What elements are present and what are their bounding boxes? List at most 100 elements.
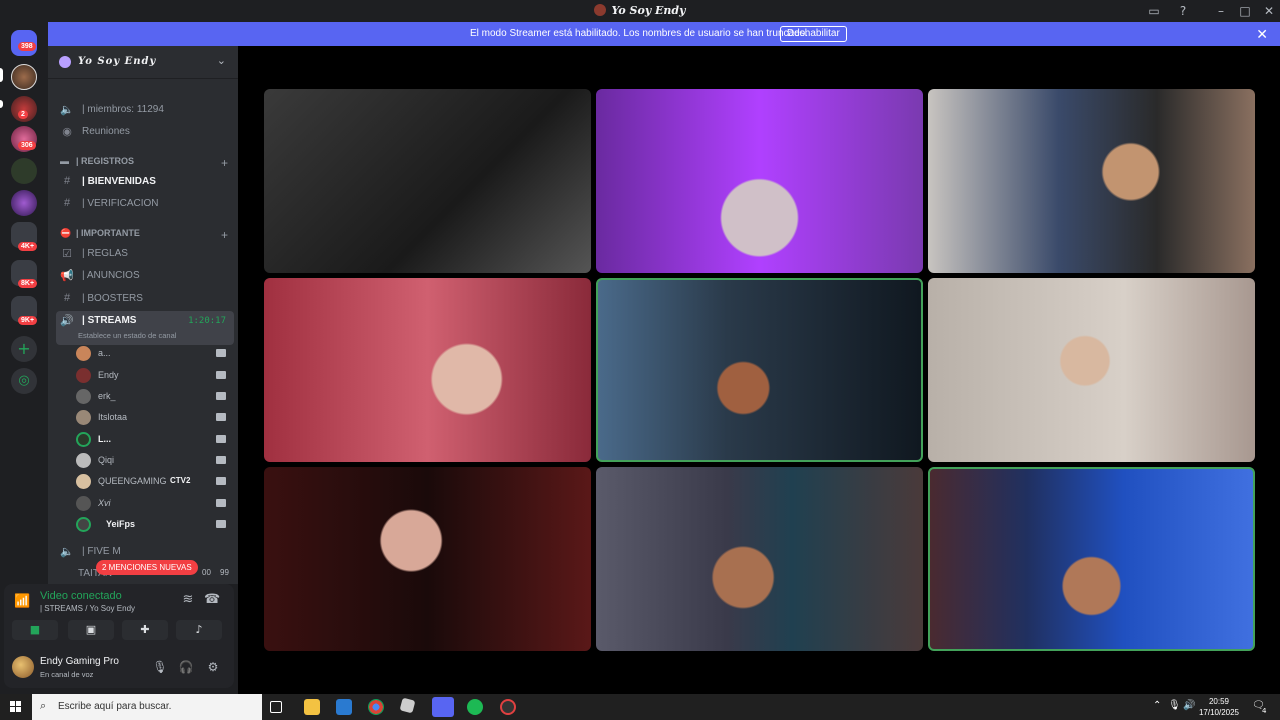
speaker-icon: 🔈 — [60, 104, 74, 116]
inbox-icon[interactable]: ▭ — [1146, 3, 1162, 19]
camera-icon — [216, 371, 226, 379]
streamer-mode-banner: El modo Streamer está habilitado. Los no… — [0, 22, 1280, 46]
video-tile[interactable] — [928, 278, 1255, 462]
windows-start-icon[interactable] — [10, 701, 22, 713]
voice-user[interactable]: YeiFps — [76, 515, 226, 535]
video-tile[interactable] — [596, 89, 923, 273]
help-icon[interactable]: ? — [1175, 3, 1191, 19]
window-title: Yo Soy Endy — [0, 4, 1280, 17]
explore-servers-icon[interactable]: ◎ — [11, 368, 37, 394]
video-tile[interactable] — [264, 278, 591, 462]
avatar — [76, 453, 91, 468]
user-avatar[interactable] — [12, 656, 34, 678]
channel-boosters[interactable]: # | BOOSTERS — [56, 289, 234, 309]
avatar — [76, 410, 91, 425]
channel-anuncios[interactable]: 📢 | ANUNCIOS — [56, 266, 234, 286]
video-grid — [238, 46, 1280, 694]
disconnect-icon[interactable]: ☎ — [204, 592, 220, 608]
add-channel-icon[interactable]: + — [221, 228, 228, 242]
camera-icon — [216, 477, 226, 485]
category-registros[interactable]: ▬ | REGISTROS + — [56, 156, 234, 170]
microphone-tray-icon[interactable]: 🎙 — [1168, 700, 1181, 711]
add-server-icon[interactable]: + — [11, 336, 37, 362]
avatar — [76, 474, 91, 489]
microphone-icon[interactable]: 🎙 — [152, 660, 168, 676]
camera-icon — [216, 413, 226, 421]
user-name[interactable]: Endy Gaming Pro — [40, 656, 119, 667]
video-tile[interactable] — [264, 467, 591, 651]
close-window-button[interactable]: ✕ — [1261, 3, 1277, 19]
minimize-button[interactable]: – — [1213, 3, 1229, 19]
channel-sidebar: Yo Soy Endy ⌄ 🔈 | miembros: 11294 ◉ Reun… — [48, 46, 238, 584]
voice-user[interactable]: erk_ — [76, 387, 226, 407]
store-icon[interactable] — [336, 699, 352, 715]
video-tile-speaking[interactable] — [928, 467, 1255, 651]
camera-icon — [216, 520, 226, 528]
headphones-icon[interactable]: 🎧 — [178, 660, 194, 676]
channel-members[interactable]: 🔈 | miembros: 11294 — [56, 100, 234, 120]
server-header[interactable]: Yo Soy Endy ⌄ — [48, 46, 238, 79]
spotify-icon[interactable] — [467, 699, 483, 715]
voice-user[interactable]: Endy — [76, 366, 226, 386]
video-tile[interactable] — [596, 467, 923, 651]
file-explorer-icon[interactable] — [304, 699, 320, 715]
category-importante[interactable]: ⛔ | IMPORTANTE + — [56, 228, 234, 242]
server-icon[interactable] — [11, 190, 37, 216]
gear-icon[interactable]: ⚙ — [205, 660, 221, 676]
app-icon — [594, 4, 607, 16]
voice-user[interactable]: Itslotaa — [76, 408, 226, 428]
avatar — [76, 517, 91, 532]
avatar — [76, 389, 91, 404]
share-screen-button[interactable]: ▣ — [68, 620, 114, 640]
avatar — [76, 346, 91, 361]
add-channel-icon[interactable]: + — [221, 156, 228, 170]
channel-reglas[interactable]: ☑ | REGLAS — [56, 244, 234, 264]
server-badge: 4K+ — [18, 242, 38, 251]
disable-streamer-mode-button[interactable]: Deshabilitar — [780, 26, 847, 42]
activities-button[interactable]: ✚ — [122, 620, 168, 640]
signal-icon[interactable]: 📶 — [14, 594, 30, 610]
voice-status: Video conectado — [40, 590, 122, 602]
window-titlebar: Yo Soy Endy ▭ ? – □ ✕ — [0, 0, 1280, 22]
channel-reuniones[interactable]: ◉ Reuniones — [56, 122, 234, 142]
channel-bienvenidas[interactable]: # | BIENVENIDAS — [56, 172, 234, 192]
server-pill — [0, 100, 3, 108]
taskbar-clock[interactable]: 20:59 17/10/2025 — [1194, 696, 1244, 718]
new-mentions-badge[interactable]: 2 MENCIONES NUEVAS — [96, 560, 198, 575]
voice-user[interactable]: QUEENGAMING CTV2 — [76, 472, 226, 492]
close-banner-icon[interactable]: ✕ — [1256, 26, 1268, 43]
roblox-icon[interactable] — [399, 697, 416, 714]
dm-unread-badge: 398 — [18, 42, 36, 51]
channel-status-hint[interactable]: Establece un estado de canal — [78, 331, 176, 340]
noise-suppression-icon[interactable]: ≋ — [180, 592, 196, 608]
server-icon-yo-soy-endy[interactable] — [11, 64, 37, 90]
video-tile-speaking[interactable] — [596, 278, 923, 462]
channel-five-m[interactable]: 🔈 | FIVE M — [56, 542, 234, 562]
video-tile[interactable] — [928, 89, 1255, 273]
camera-button[interactable]: ■ — [12, 620, 58, 640]
channel-verificacion[interactable]: # | VERIFICACION — [56, 194, 234, 214]
hash-icon: # — [63, 292, 71, 304]
channel-streams[interactable]: 🔊 | STREAMS 1:20:17 Establece un estado … — [56, 311, 234, 345]
rules-icon: ☑ — [62, 248, 72, 260]
voice-connection-panel: 📶 Video conectado | STREAMS / Yo Soy End… — [4, 584, 234, 688]
chrome-icon[interactable] — [368, 699, 384, 715]
chevron-down-icon: ⌄ — [216, 54, 226, 67]
soundboard-button[interactable]: ♪ — [176, 620, 222, 640]
server-icon[interactable] — [11, 158, 37, 184]
search-icon: ⌕ — [40, 699, 47, 712]
video-tile[interactable] — [264, 89, 591, 273]
task-view-icon[interactable] — [270, 701, 282, 713]
server-badge: 2 — [18, 110, 28, 119]
obs-icon[interactable] — [500, 699, 516, 715]
chevron-up-icon[interactable]: ⌃ — [1153, 700, 1161, 711]
voice-user[interactable]: Qiqi — [76, 451, 226, 471]
discord-taskbar-icon[interactable] — [432, 697, 454, 717]
voice-user[interactable]: L... — [76, 430, 226, 450]
maximize-button[interactable]: □ — [1237, 3, 1253, 19]
taskbar-search[interactable]: ⌕ Escribe aquí para buscar. — [32, 694, 262, 720]
voice-user[interactable]: a... — [76, 344, 226, 364]
camera-icon — [216, 392, 226, 400]
voice-channel-link[interactable]: | STREAMS / Yo Soy Endy — [40, 604, 135, 613]
voice-user[interactable]: Xvi — [76, 494, 226, 514]
